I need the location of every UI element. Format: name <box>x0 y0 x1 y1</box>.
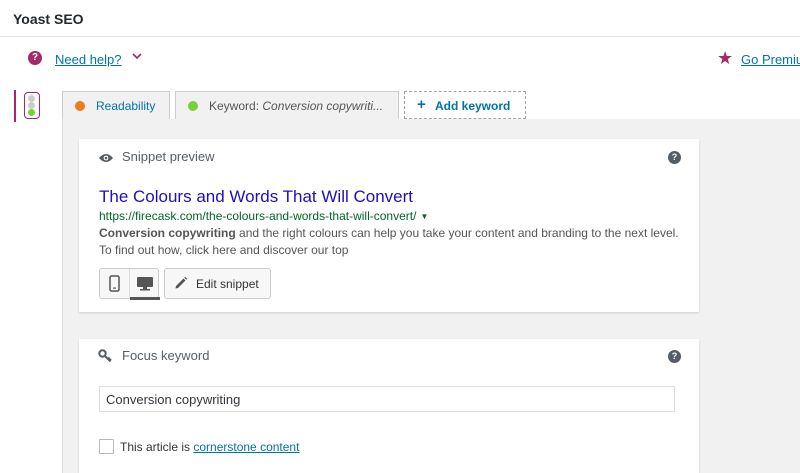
tab-readability[interactable]: Readability <box>62 91 170 119</box>
desktop-preview-button[interactable] <box>129 269 160 300</box>
key-icon <box>98 349 112 368</box>
add-keyword-label: Add keyword <box>435 99 511 113</box>
chevron-down-icon[interactable] <box>132 51 142 64</box>
cornerstone-label: This article is cornerstone content <box>120 440 299 454</box>
question-circle-icon[interactable]: ? <box>28 51 42 65</box>
tab-keyword-prefix: Keyword: <box>209 99 263 113</box>
focus-keyword-title: Focus keyword <box>122 348 210 363</box>
tab-keyword-label: Keyword: Conversion copywriti... <box>209 99 383 113</box>
help-icon[interactable]: ? <box>668 350 681 363</box>
help-icon[interactable]: ? <box>668 151 681 164</box>
content-area: Snippet preview ? The Colours and Words … <box>62 119 800 473</box>
serp-description: Conversion copywriting and the right col… <box>99 225 689 259</box>
go-premium-link[interactable]: Go Premium <box>741 52 800 67</box>
caret-down-icon: ▼ <box>420 212 429 221</box>
focus-keyword-card: Focus keyword ? This article is cornerst… <box>79 339 699 473</box>
traffic-light-green <box>28 109 35 116</box>
cornerstone-checkbox[interactable] <box>99 439 114 454</box>
active-indicator-bar <box>14 90 16 122</box>
panel-title: Yoast SEO <box>13 11 84 27</box>
need-help-link[interactable]: Need help? <box>55 52 122 67</box>
panel-header: Yoast SEO <box>0 0 800 37</box>
pencil-icon <box>175 276 188 289</box>
traffic-light-body <box>24 92 40 119</box>
desktop-icon <box>137 277 153 291</box>
traffic-light-orange <box>28 102 35 109</box>
edit-snippet-label: Edit snippet <box>196 277 259 291</box>
plus-icon: + <box>417 96 426 113</box>
snippet-preview-title: Snippet preview <box>122 149 215 164</box>
mobile-preview-button[interactable] <box>100 269 129 298</box>
traffic-light-red <box>28 95 35 102</box>
keyword-status-dot <box>188 101 198 111</box>
serp-url-text: https://firecask.com/the-colours-and-wor… <box>99 209 417 223</box>
readability-status-dot <box>75 101 85 111</box>
focus-keyword-input[interactable] <box>99 386 675 412</box>
mobile-icon <box>109 275 120 292</box>
help-row: ? Need help? ★ Go Premium <box>0 48 800 70</box>
eye-icon <box>98 151 114 169</box>
traffic-light-icon <box>14 90 46 122</box>
edit-snippet-button[interactable]: Edit snippet <box>164 268 271 299</box>
tab-keyword-value: Conversion copywriti... <box>262 99 384 113</box>
tab-keyword[interactable]: Keyword: Conversion copywriti... <box>175 91 399 119</box>
tab-readability-label: Readability <box>96 99 156 113</box>
star-icon: ★ <box>717 48 734 68</box>
serp-title[interactable]: The Colours and Words That Will Convert <box>99 187 413 207</box>
serp-url: https://firecask.com/the-colours-and-wor… <box>99 209 428 223</box>
snippet-preview-card: Snippet preview ? The Colours and Words … <box>79 139 699 312</box>
serp-description-bold: Conversion copywriting <box>99 226 236 240</box>
preview-mode-toggle <box>99 268 160 300</box>
add-keyword-button[interactable]: + Add keyword <box>404 91 526 119</box>
cornerstone-prefix: This article is <box>120 440 194 454</box>
active-mode-underline <box>130 297 160 300</box>
cornerstone-content-link[interactable]: cornerstone content <box>193 440 299 454</box>
